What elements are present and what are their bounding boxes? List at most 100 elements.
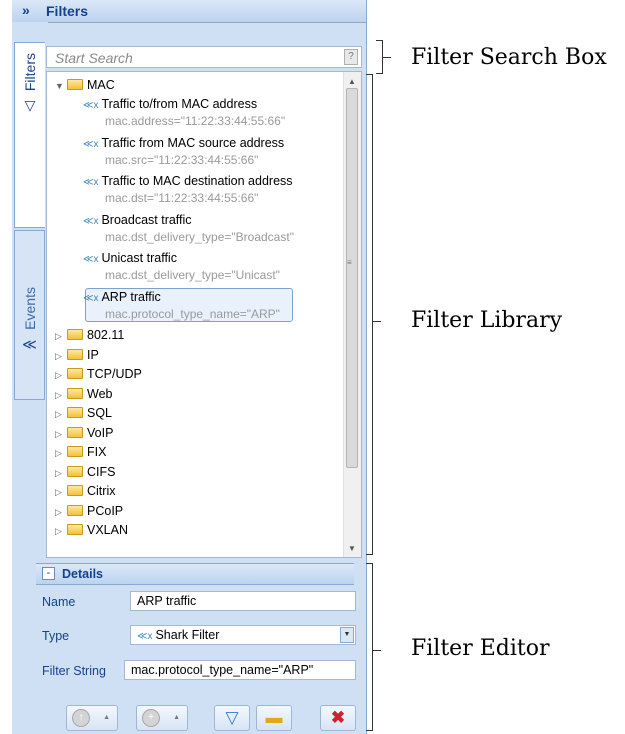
tab-events[interactable]: Events ≪	[14, 230, 45, 400]
shark-filter-icon: ≪x	[83, 254, 99, 265]
tree-folder[interactable]: ▷ FIX	[55, 445, 106, 459]
panel-title-bar: » Filters	[12, 0, 366, 23]
tab-filters[interactable]: Filters ▽	[14, 42, 45, 228]
collapsed-icon: ▷	[55, 389, 62, 400]
expanded-icon: ▼	[55, 81, 64, 91]
collapsed-icon: ▷	[55, 526, 62, 536]
annotation-search: Filter Search Box	[411, 45, 607, 70]
apply-filter-icon: ▽	[225, 708, 239, 727]
tree-folder-label: 802.11	[87, 328, 125, 342]
tree-folder[interactable]: ▷ VoIP	[55, 426, 113, 440]
tab-filters-label: Filters	[22, 53, 38, 92]
folder-icon	[67, 348, 83, 360]
shark-filter-icon: ≪x	[137, 631, 153, 642]
filter-item-expression: mac.dst_delivery_type="Unicast"	[105, 268, 280, 282]
tree-folder[interactable]: ▷ TCP/UDP	[55, 367, 142, 381]
name-label: Name	[42, 595, 76, 609]
tree-folder-label: MAC	[87, 78, 115, 92]
add-button[interactable]: + ▲	[136, 705, 188, 731]
tree-folder[interactable]: ▷ 802.11	[55, 328, 124, 342]
dropdown-arrow-icon: ▲	[103, 714, 110, 721]
tree-folder[interactable]: ▷ Web	[55, 387, 112, 401]
scroll-grip-icon: ≡	[347, 258, 352, 267]
shark-filter-icon: ≪x	[83, 177, 99, 188]
tree-folder-label: IP	[87, 347, 99, 362]
filter-item[interactable]: ≪x ARP traffic	[83, 290, 161, 304]
filter-item[interactable]: ≪x Broadcast traffic	[83, 213, 192, 227]
collapsed-icon: ▷	[55, 409, 62, 419]
events-icon: ≪	[22, 335, 37, 352]
tree-folder-mac[interactable]: ▼ MAC	[55, 78, 115, 92]
chevron-down-icon[interactable]: ▼	[340, 627, 354, 643]
tree-folder[interactable]: ▷ IP	[55, 348, 99, 362]
scroll-thumb[interactable]	[346, 88, 358, 468]
editor-bracket-tick	[373, 650, 381, 651]
tab-events-label: Events	[21, 287, 38, 330]
filter-item-expression: mac.dst="11:22:33:44:55:66"	[105, 191, 259, 205]
filter-string-label: Filter String	[42, 664, 106, 678]
tree-folder-label: SQL	[87, 406, 113, 420]
search-bracket-tick	[383, 57, 391, 58]
collapse-panel-button[interactable]: »	[22, 2, 30, 18]
delete-icon: ✖	[330, 708, 346, 727]
scroll-down-icon[interactable]: ▼	[348, 544, 356, 553]
name-field[interactable]: ARP traffic	[130, 591, 356, 611]
move-up-button[interactable]: ↑ ▲	[66, 705, 118, 731]
tree-folder-label: PCoIP	[87, 503, 124, 518]
filter-item-expression: mac.dst_delivery_type="Broadcast"	[105, 229, 294, 244]
filter-search-box: ?	[46, 46, 362, 68]
filter-item[interactable]: ≪x Traffic to/from MAC address	[83, 97, 257, 111]
tree-folder[interactable]: ▷ CIFS	[55, 465, 115, 479]
search-input[interactable]	[53, 48, 337, 68]
filter-item[interactable]: ≪x Traffic to MAC destination address	[83, 174, 293, 188]
collapsed-icon: ▷	[55, 428, 62, 439]
filter-string-field[interactable]: mac.protocol_type_name="ARP"	[124, 660, 356, 680]
type-value: Shark Filter	[155, 628, 220, 642]
filter-item[interactable]: ≪x Traffic from MAC source address	[83, 136, 284, 150]
library-bracket	[366, 74, 373, 555]
scroll-up-icon[interactable]: ▲	[348, 77, 356, 86]
filter-item-title: Broadcast traffic	[101, 212, 192, 227]
shark-filter-icon: ≪x	[83, 138, 99, 150]
tree-folder-label: VXLAN	[87, 523, 128, 537]
filter-icon: ▽	[24, 97, 36, 114]
folder-icon	[67, 524, 83, 535]
tree-scrollbar[interactable]: ▲ ≡ ▼	[343, 72, 361, 557]
filter-item-expression: mac.address="11:22:33:44:55:66"	[105, 114, 286, 128]
collapsed-icon: ▷	[55, 331, 62, 341]
tree-folder-label: FIX	[87, 445, 107, 459]
collapsed-icon: ▷	[55, 370, 62, 380]
folder-icon	[67, 368, 83, 379]
new-folder-button[interactable]: ▬	[256, 705, 292, 731]
type-select[interactable]: ≪x Shark Filter ▼	[130, 625, 356, 645]
folder-icon	[67, 407, 83, 418]
tree-folder-label: Citrix	[87, 484, 116, 498]
filter-item[interactable]: ≪x Unicast traffic	[83, 251, 177, 265]
search-bracket	[376, 40, 383, 74]
tree-folder[interactable]: ▷ SQL	[55, 406, 112, 420]
tree-folder[interactable]: ▷ PCoIP	[55, 504, 123, 518]
panel-title: Filters	[46, 3, 89, 19]
filter-item-title: Traffic to/from MAC address	[101, 97, 258, 111]
filter-item-expression: mac.src="11:22:33:44:55:66"	[105, 152, 259, 167]
filter-library-tree: ▼ MAC ≪x Traffic to/from MAC address mac.ad…	[46, 71, 362, 558]
tree-folder[interactable]: ▷ VXLAN	[55, 523, 128, 537]
editor-bracket	[366, 563, 373, 731]
annotation-library: Filter Library	[411, 308, 563, 333]
details-header: - Details	[36, 563, 354, 585]
new-folder-icon: ▬	[265, 708, 283, 727]
folder-icon	[67, 504, 83, 516]
filter-item-expression: mac.protocol_type_name="ARP"	[105, 306, 280, 321]
filter-item-title: Traffic from MAC source address	[101, 135, 285, 150]
folder-icon	[67, 387, 83, 399]
folder-icon	[67, 485, 83, 496]
add-circle-icon: +	[142, 709, 160, 727]
tree-folder[interactable]: ▷ Citrix	[55, 484, 115, 498]
delete-button[interactable]: ✖	[320, 705, 356, 731]
search-help-icon[interactable]: ?	[344, 49, 358, 65]
details-collapse-button[interactable]: -	[42, 567, 55, 580]
apply-filter-button[interactable]: ▽	[214, 705, 250, 731]
shark-filter-icon: ≪x	[83, 215, 99, 227]
folder-icon	[67, 465, 83, 477]
tree-folder-label: TCP/UDP	[87, 367, 142, 381]
